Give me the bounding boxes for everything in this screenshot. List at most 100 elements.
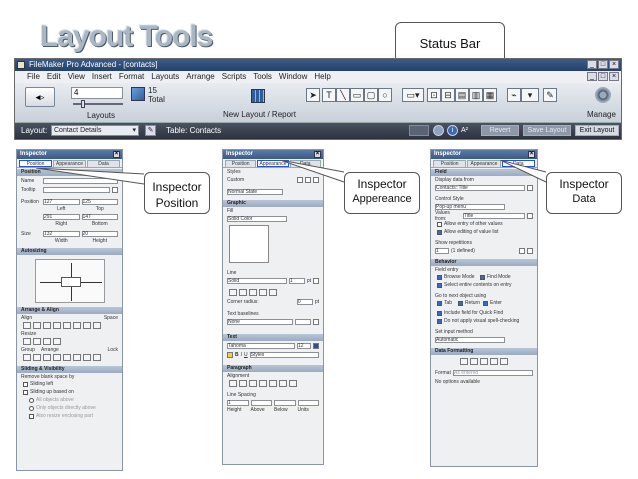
find-mode-checkbox[interactable] xyxy=(480,274,485,280)
menu-edit[interactable]: Edit xyxy=(47,71,61,83)
menu-help[interactable]: Help xyxy=(314,71,330,83)
maximize-button[interactable]: □ xyxy=(598,60,608,69)
section-autosizing[interactable]: Autosizing xyxy=(17,248,122,255)
values-edit-icon[interactable] xyxy=(527,212,533,219)
align-text-bottom-icon[interactable] xyxy=(289,380,297,387)
tab-appearance[interactable]: Appearance xyxy=(53,160,86,167)
tab-appearance[interactable]: Appearance xyxy=(467,160,501,167)
left-field[interactable]: 127 xyxy=(43,198,80,205)
oval-tool-icon[interactable]: ○ xyxy=(378,88,392,102)
info-icon[interactable]: i xyxy=(447,125,458,136)
other-values-checkbox[interactable] xyxy=(437,221,442,227)
tab-control-tool-icon[interactable]: ⊟ xyxy=(441,88,455,102)
text-tool-icon[interactable]: T xyxy=(322,88,336,102)
align-text-left-icon[interactable] xyxy=(229,380,237,387)
sliding-left-option[interactable]: Sliding left xyxy=(17,380,122,388)
doc-close-button[interactable]: × xyxy=(609,72,619,81)
right-field[interactable]: 291 xyxy=(43,213,80,220)
display-edit-icon[interactable] xyxy=(527,184,533,191)
border-all-icon[interactable] xyxy=(229,289,237,296)
all-above-option[interactable]: All objects above xyxy=(17,396,122,404)
close-icon[interactable]: × xyxy=(314,151,321,158)
only-directly-radio[interactable] xyxy=(29,405,34,411)
rounded-rectangle-tool-icon[interactable]: ▢ xyxy=(364,88,378,102)
fill-type-dropdown[interactable]: Solid Color xyxy=(227,215,287,222)
fill-preview[interactable] xyxy=(229,225,269,263)
menu-scripts[interactable]: Scripts xyxy=(222,71,246,83)
layout-number-field[interactable]: 4 xyxy=(71,87,123,99)
layout-slider-thumb[interactable] xyxy=(81,100,85,108)
tab-position[interactable]: Position xyxy=(433,160,467,167)
menu-insert[interactable]: Insert xyxy=(92,71,112,83)
border-top-icon[interactable] xyxy=(239,289,247,296)
close-icon[interactable]: × xyxy=(528,151,535,158)
pointer-tool-icon[interactable]: ➤ xyxy=(306,88,320,102)
tab-checkbox[interactable] xyxy=(437,300,442,306)
baselines-color-swatch[interactable] xyxy=(313,318,319,325)
values-dropdown[interactable]: Title xyxy=(463,212,525,219)
menu-view[interactable]: View xyxy=(68,71,85,83)
book-navigation-icon[interactable]: ◂▹ xyxy=(25,87,55,107)
reps-orientation-icon[interactable] xyxy=(519,247,525,254)
also-resize-option[interactable]: Also resize enclosing part xyxy=(17,412,122,420)
display-field[interactable]: Contacts::Title xyxy=(435,184,525,191)
gear-icon[interactable] xyxy=(433,125,444,136)
sliding-up-option[interactable]: Sliding up based on xyxy=(17,388,122,396)
tab-position[interactable]: Position xyxy=(225,160,257,167)
align-center-icon[interactable] xyxy=(33,322,41,329)
italic-icon[interactable]: I xyxy=(241,352,242,358)
baselines-width-field[interactable] xyxy=(295,318,311,325)
line-color-swatch[interactable] xyxy=(313,277,319,284)
select-contents-checkbox[interactable] xyxy=(437,282,442,288)
send-back-icon[interactable] xyxy=(73,354,81,361)
allow-editing-option[interactable]: Allow editing of value list xyxy=(431,228,537,236)
font-dropdown[interactable]: Tahoma xyxy=(227,342,295,349)
width-field[interactable]: 132 xyxy=(43,230,80,237)
new-layout-report-label[interactable]: New Layout / Report xyxy=(223,110,296,119)
align-text-right-icon[interactable] xyxy=(249,380,257,387)
section-text[interactable]: Text xyxy=(223,334,323,341)
align-right-icon[interactable] xyxy=(43,322,51,329)
view-mode-button[interactable] xyxy=(409,125,429,136)
text-format-icon[interactable]: A² xyxy=(461,125,473,136)
tab-position[interactable]: Position xyxy=(19,160,52,167)
menu-tools[interactable]: Tools xyxy=(253,71,272,83)
rectangle-tool-icon[interactable]: ▭ xyxy=(350,88,364,102)
resize-icon-3[interactable] xyxy=(43,338,51,345)
section-paragraph[interactable]: Paragraph xyxy=(223,365,323,372)
return-checkbox[interactable] xyxy=(458,300,463,306)
edit-layout-icon[interactable]: ✎ xyxy=(145,125,156,136)
font-size-dropdown[interactable]: 12 xyxy=(297,342,311,349)
text-highlight-icon[interactable] xyxy=(227,351,233,358)
send-backward-icon[interactable] xyxy=(63,354,71,361)
portal-tool-icon[interactable]: ▤ xyxy=(455,88,469,102)
corner-field[interactable]: 0 xyxy=(296,298,313,305)
no-spell-option[interactable]: Do not apply visual spell-checking xyxy=(431,317,537,325)
sliding-up-checkbox[interactable] xyxy=(23,389,28,395)
state-dropdown[interactable]: Normal State xyxy=(227,188,283,195)
spacing-height-field[interactable]: 1 xyxy=(227,399,249,406)
reps-orientation-icon-2[interactable] xyxy=(527,247,533,254)
spacing-below-field[interactable] xyxy=(274,399,296,406)
format-painter-icon[interactable]: ⌁ xyxy=(507,88,521,102)
all-above-radio[interactable] xyxy=(29,397,34,403)
quick-find-option[interactable]: Include field for Quick Find xyxy=(431,309,537,317)
format-time-icon[interactable] xyxy=(490,358,498,365)
autosizing-diagram[interactable] xyxy=(34,259,105,303)
web-viewer-tool-icon[interactable]: ▦ xyxy=(483,88,497,102)
align-text-top-icon[interactable] xyxy=(269,380,277,387)
input-method-dropdown[interactable]: Automatic xyxy=(435,336,505,343)
anchor-left[interactable] xyxy=(39,282,61,283)
format-text-icon[interactable] xyxy=(460,358,468,365)
format-date-icon[interactable] xyxy=(480,358,488,365)
text-styles-dropdown[interactable]: Styles xyxy=(249,351,319,358)
button-tool-icon[interactable]: ⊡ xyxy=(427,88,441,102)
align-bottom-icon[interactable] xyxy=(73,322,81,329)
new-layout-icon[interactable] xyxy=(251,89,265,103)
border-right-icon[interactable] xyxy=(249,289,257,296)
menu-layouts[interactable]: Layouts xyxy=(151,71,179,83)
minimize-button[interactable]: _ xyxy=(587,60,597,69)
section-arrange-align[interactable]: Arrange & Align xyxy=(17,307,122,314)
anchor-top[interactable] xyxy=(70,263,72,277)
tab-data[interactable]: Data xyxy=(87,160,120,167)
